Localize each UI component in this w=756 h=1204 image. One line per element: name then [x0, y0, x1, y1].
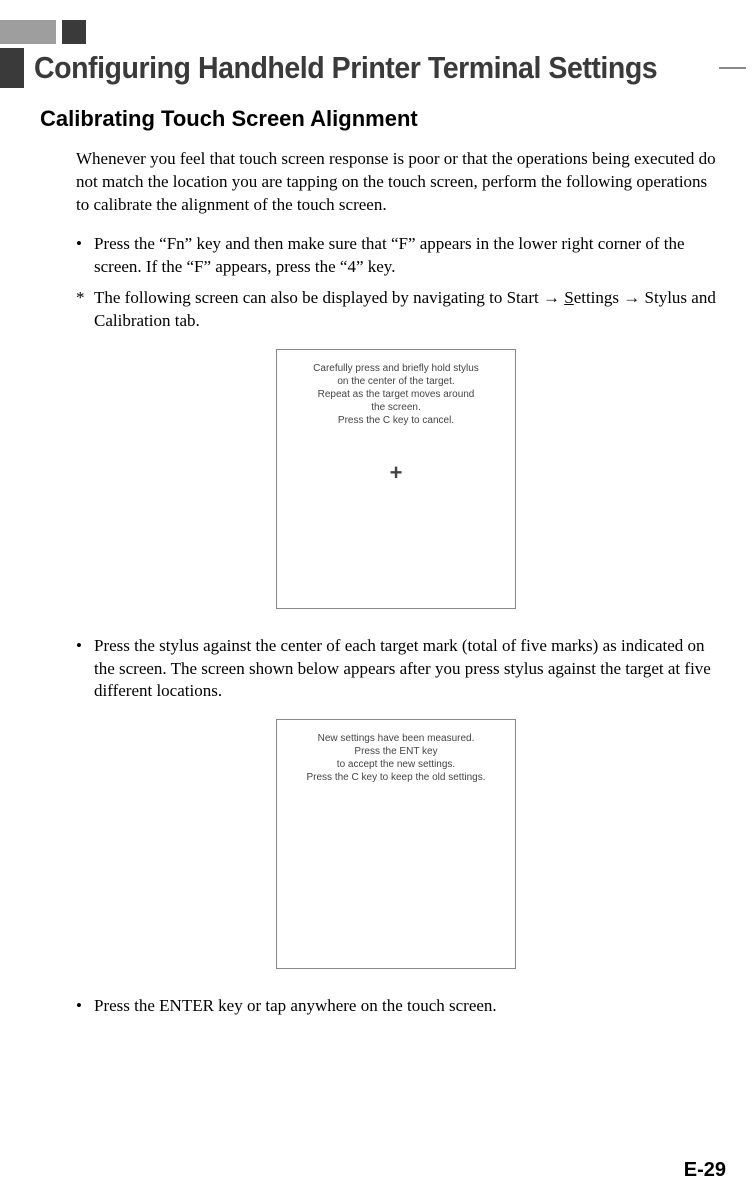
content-body: Whenever you feel that touch screen resp… [40, 148, 716, 1018]
bullet-marker-icon: • [76, 233, 94, 279]
bullet-marker-icon: • [76, 635, 94, 704]
chapter-title: Configuring Handheld Printer Terminal Se… [34, 50, 657, 86]
fig1-line: Press the C key to cancel. [287, 414, 505, 427]
page-number: E-29 [684, 1159, 726, 1182]
chapter-rule [719, 67, 746, 69]
decor-block-grey [0, 20, 56, 44]
fig2-line: New settings have been measured. [287, 732, 505, 745]
decor-block-dark [62, 20, 86, 44]
intro-paragraph: Whenever you feel that touch screen resp… [76, 148, 716, 217]
note-item: * The following screen can also be displ… [76, 287, 716, 333]
bullet-text: Press the stylus against the center of e… [94, 635, 716, 704]
fig2-line: Press the C key to keep the old settings… [287, 771, 505, 784]
note-marker-icon: * [76, 287, 94, 333]
chapter-marker-icon [0, 48, 24, 88]
section-title: Calibrating Touch Screen Alignment [40, 106, 716, 132]
bullet-item: • Press the ENTER key or tap anywhere on… [76, 995, 716, 1018]
bullet-text: Press the ENTER key or tap anywhere on t… [94, 995, 716, 1018]
fig1-line: Carefully press and briefly hold stylus [287, 362, 505, 375]
note-prefix: The following screen can also be display… [94, 288, 564, 307]
fig2-line: Press the ENT key [287, 745, 505, 758]
calibration-screen-2: New settings have been measured. Press t… [276, 719, 516, 969]
chapter-header: Configuring Handheld Printer Terminal Se… [0, 48, 716, 88]
fig2-line: to accept the new settings. [287, 758, 505, 771]
fig1-line: the screen. [287, 401, 505, 414]
bullet-item: • Press the “Fn” key and then make sure … [76, 233, 716, 279]
bullet-marker-icon: • [76, 995, 94, 1018]
calibration-screen-1: Carefully press and briefly hold stylus … [276, 349, 516, 609]
fig1-line: on the center of the target. [287, 375, 505, 388]
note-underlined: S [564, 288, 573, 307]
note-text: The following screen can also be display… [94, 287, 716, 333]
bullet-item: • Press the stylus against the center of… [76, 635, 716, 704]
bullet-text: Press the “Fn” key and then make sure th… [94, 233, 716, 279]
target-crosshair-icon: + [390, 462, 403, 484]
header-decoration [0, 20, 716, 44]
fig1-line: Repeat as the target moves around [287, 388, 505, 401]
